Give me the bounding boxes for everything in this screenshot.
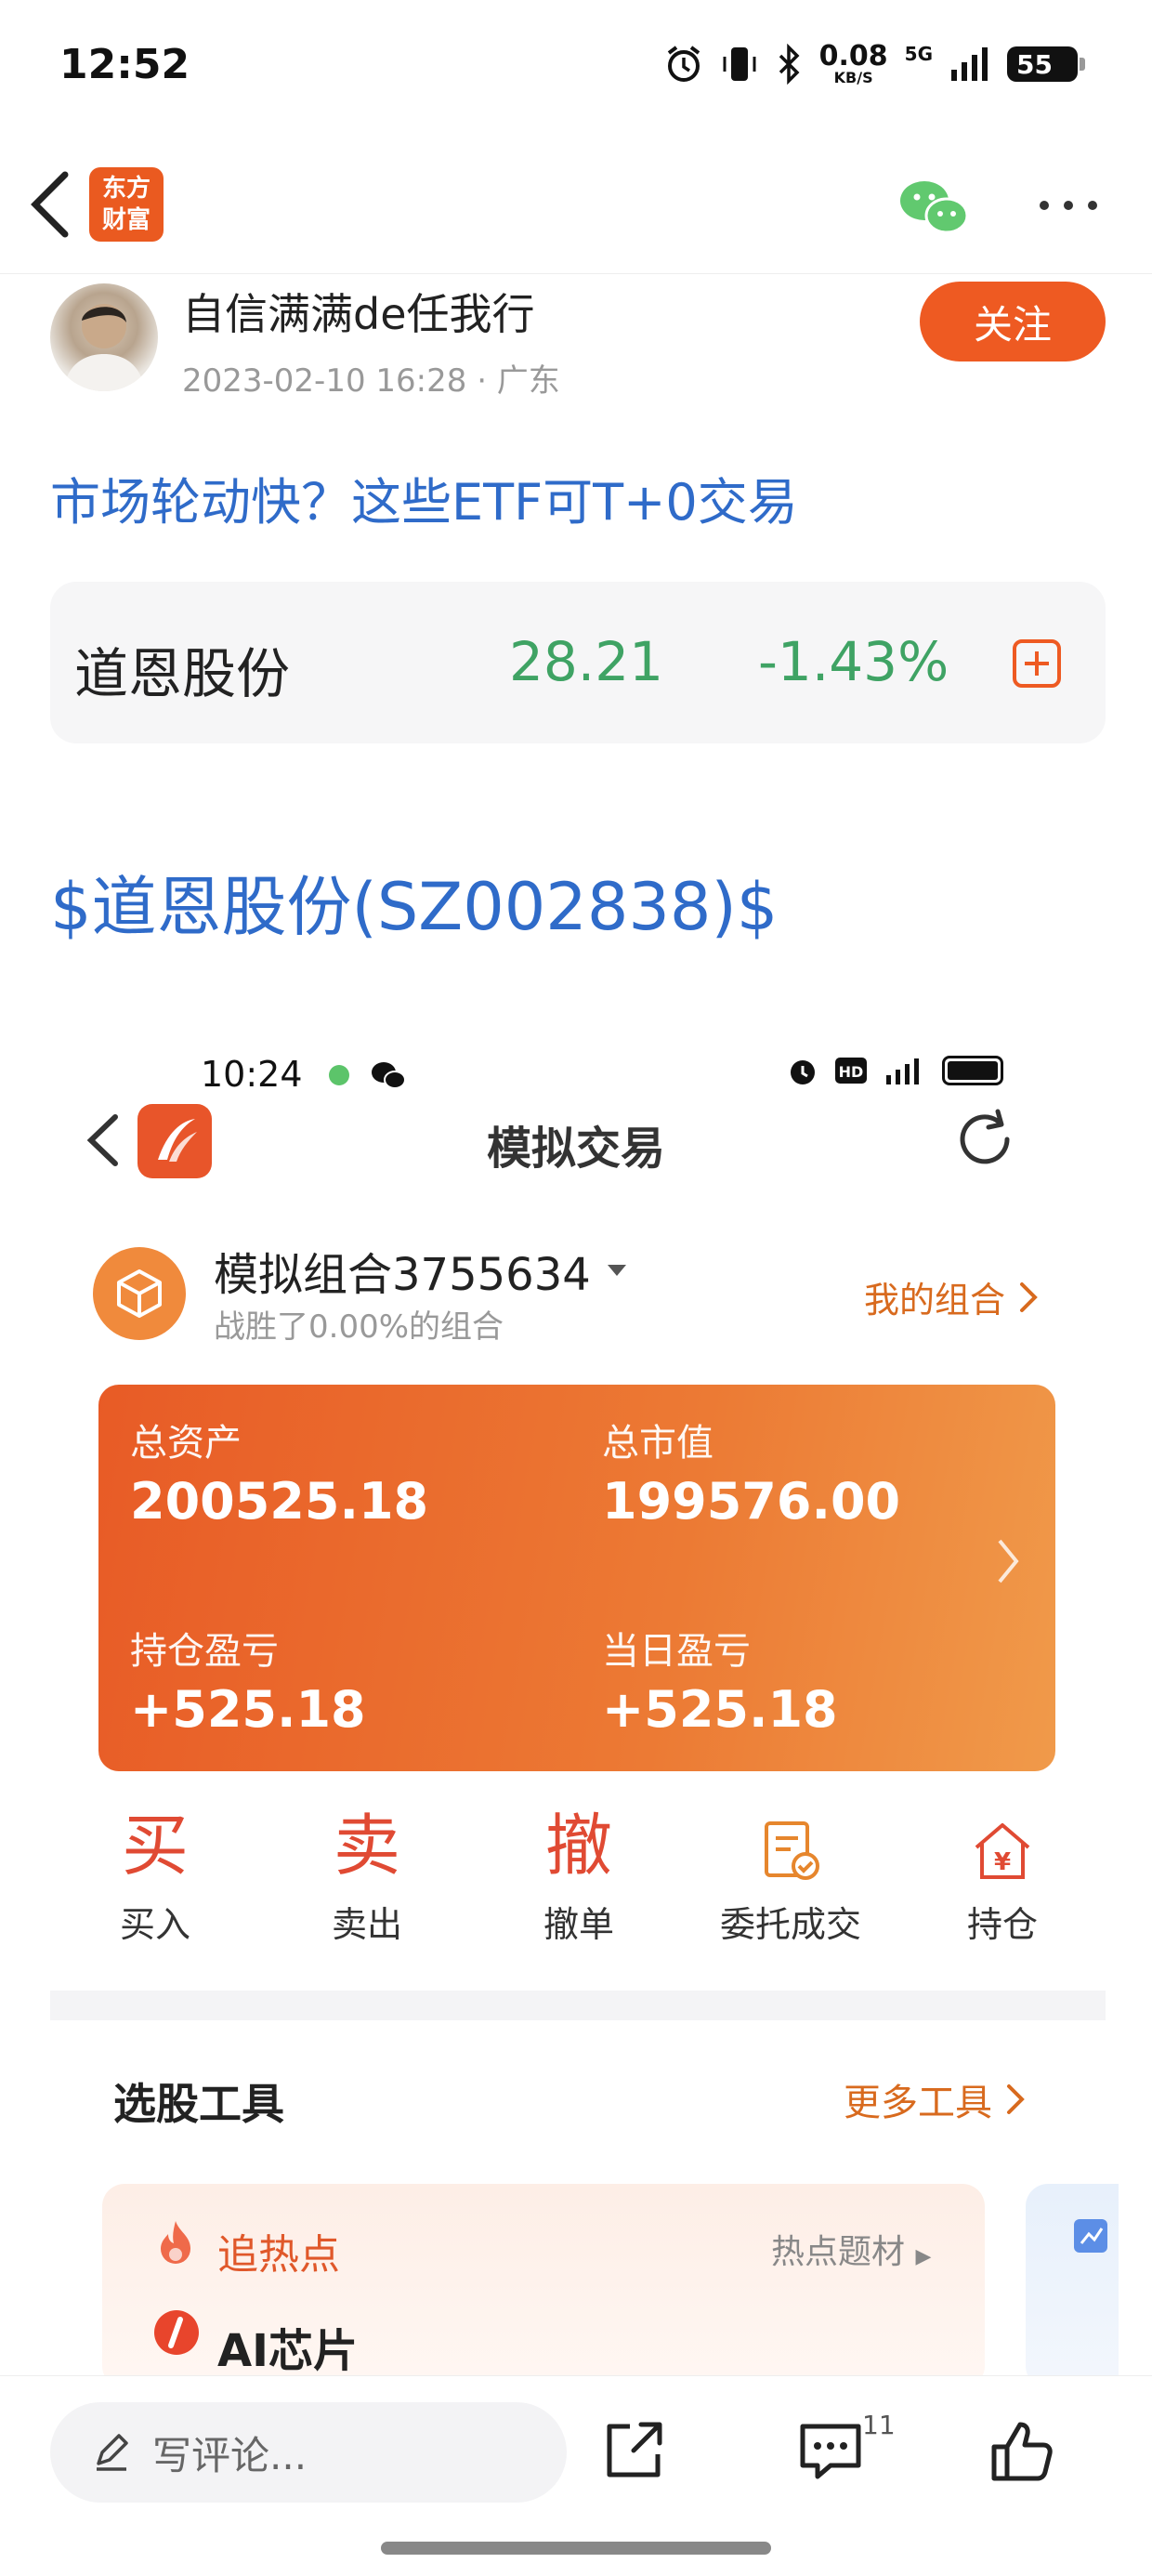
alarm-icon: [667, 46, 700, 82]
nav-bar: 东方 财富: [0, 139, 1152, 274]
follow-button[interactable]: 关注: [920, 282, 1106, 361]
embedded-nav-bar: 模拟交易: [0, 1097, 1152, 1189]
bottom-bar: 写评论... 11: [0, 2375, 1152, 2576]
battery-icon: [942, 1056, 1003, 1085]
flame-icon: [161, 2221, 190, 2264]
portfolio-rank: 战胜了0.00%的组合: [214, 1308, 504, 1346]
stock-name: 道恩股份: [74, 642, 291, 705]
author-name[interactable]: 自信满满de任我行: [182, 281, 535, 342]
trade-actions: 买 买入 卖 卖出 撤 撤单 委托成交 ¥ 持仓: [50, 1803, 1106, 1961]
stock-price: 28.21: [509, 630, 664, 693]
cancel-order-button[interactable]: 撤 撤单: [500, 1803, 658, 1947]
hd-icon: HD: [835, 1058, 867, 1084]
refresh-icon[interactable]: [949, 1104, 1020, 1175]
comment-icon[interactable]: [793, 2413, 868, 2488]
portfolio-selector[interactable]: 模拟组合3755634: [214, 1238, 626, 1303]
buy-icon: 买: [121, 1807, 189, 1885]
alarm-icon: [791, 1060, 815, 1084]
home-indicator[interactable]: [381, 2542, 771, 2555]
next-tool-card[interactable]: [1026, 2184, 1119, 2388]
market-value-label: 总市值: [602, 1422, 713, 1465]
stock-tag-link[interactable]: $道恩股份(SZ002838)$: [50, 855, 778, 949]
comment-count: 11: [862, 2410, 896, 2440]
my-portfolio-link[interactable]: 我的组合: [864, 1271, 1039, 1322]
net-speed: 0.08 KB/S: [818, 40, 888, 86]
like-icon[interactable]: [985, 2413, 1059, 2488]
sell-icon: 卖: [333, 1807, 400, 1885]
market-value-value: 199576.00: [602, 1472, 901, 1531]
embedded-status-time: 10:24: [201, 1054, 303, 1095]
hot-topics-title: 追热点: [217, 2231, 340, 2279]
wechat-notify-icon: [372, 1062, 406, 1089]
positions-house-icon: ¥: [975, 1823, 1030, 1879]
wechat-share-icon[interactable]: [897, 175, 971, 240]
portfolio-icon: [93, 1247, 186, 1340]
orders-button[interactable]: 委托成交: [712, 1803, 870, 1947]
hot-topics-card[interactable]: 追热点 热点题材 ▶ AI芯片: [102, 2184, 985, 2388]
pencil-icon: [97, 2434, 128, 2471]
positions-button[interactable]: ¥ 持仓: [923, 1803, 1081, 1947]
comment-placeholder: 写评论...: [152, 2432, 308, 2478]
total-assets-value: 200525.18: [130, 1472, 429, 1531]
share-icon[interactable]: [596, 2413, 671, 2488]
tool-icon: [1074, 2219, 1107, 2253]
article-title[interactable]: 市场轮动快？这些ETF可T+0交易: [50, 461, 798, 534]
avatar-image: [63, 304, 145, 391]
comment-input[interactable]: 写评论...: [50, 2402, 567, 2503]
more-icon[interactable]: [1031, 191, 1106, 219]
network-type: 5G: [904, 43, 933, 65]
portfolio-name: 模拟组合3755634: [214, 1249, 591, 1301]
total-assets-label: 总资产: [130, 1422, 242, 1465]
svg-text:¥: ¥: [994, 1848, 1011, 1876]
status-time: 12:52: [59, 41, 190, 88]
hot-themes-link[interactable]: 热点题材 ▶: [771, 2225, 931, 2273]
stock-change: -1.43%: [758, 630, 949, 693]
buy-button[interactable]: 买 买入: [76, 1803, 234, 1947]
asset-summary-card[interactable]: 总资产 200525.18 总市值 199576.00 持仓盈亏 +525.18…: [98, 1385, 1055, 1771]
sell-button[interactable]: 卖 卖出: [288, 1803, 446, 1947]
chevron-right-icon: [1020, 1281, 1038, 1312]
daily-pnl-label: 当日盈亏: [602, 1630, 751, 1673]
author-avatar[interactable]: [50, 283, 158, 391]
caret-right-icon: ▶: [915, 2245, 932, 2268]
vibrate-icon: [723, 47, 756, 81]
cancel-order-icon: 撤: [544, 1807, 612, 1885]
tools-section-title: 选股工具: [113, 2079, 284, 2129]
embedded-status-icons: HD: [786, 1054, 1003, 1087]
section-divider: [50, 1991, 1106, 2020]
daily-pnl-value: +525.18: [602, 1680, 838, 1739]
chevron-right-icon: [998, 1539, 1019, 1584]
more-tools-link[interactable]: 更多工具: [844, 2072, 1026, 2126]
add-watchlist-icon[interactable]: [1011, 637, 1063, 690]
topic-badge-icon: [154, 2310, 199, 2355]
bluetooth-icon: [779, 44, 800, 85]
position-pnl-value: +525.18: [130, 1680, 366, 1739]
chevron-right-icon: [1007, 2084, 1025, 2114]
signal-icon: [886, 1058, 919, 1084]
orders-document-icon: [765, 1821, 819, 1880]
message-icon: [329, 1065, 349, 1085]
post-meta: 2023-02-10 16:28 · 广东: [182, 362, 560, 400]
hot-topic-item[interactable]: AI芯片: [217, 2314, 358, 2379]
caret-down-icon: [607, 1265, 626, 1276]
svg-text:HD: HD: [839, 1063, 864, 1081]
stock-card[interactable]: 道恩股份 28.21 -1.43%: [50, 582, 1106, 743]
status-bar: 12:52 0.08 KB/S 5G 55: [0, 0, 1152, 139]
back-icon[interactable]: [22, 167, 78, 242]
battery-icon: 55: [1007, 46, 1085, 82]
position-pnl-label: 持仓盈亏: [130, 1630, 279, 1673]
app-logo[interactable]: 东方 财富: [89, 167, 164, 242]
status-icons: 0.08 KB/S 5G 55: [663, 40, 1085, 86]
signal-icon: [951, 47, 988, 81]
